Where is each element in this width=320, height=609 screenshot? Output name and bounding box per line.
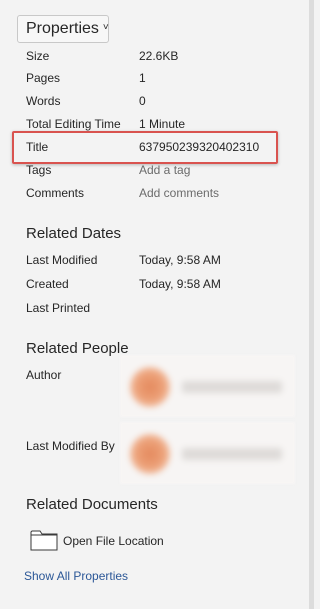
related-dates-heading: Related Dates	[26, 225, 122, 242]
property-label: Size	[26, 49, 50, 63]
date-row-last-printed: Last Printed	[26, 298, 296, 318]
property-row-title: Title 637950239320402310	[26, 137, 296, 157]
related-documents-heading: Related Documents	[26, 496, 158, 513]
people-label: Last Modified By	[26, 439, 115, 453]
chevron-down-icon: ˅	[102, 22, 109, 33]
date-row-created: Created Today, 9:58 AM	[26, 274, 296, 294]
open-file-location-button[interactable]: Open File Location	[63, 531, 164, 551]
people-label: Author	[26, 368, 62, 382]
date-label: Created	[26, 277, 69, 291]
show-all-properties-link[interactable]: Show All Properties	[24, 566, 128, 586]
property-value: 1 Minute	[139, 117, 186, 131]
obscured-name	[182, 448, 282, 460]
date-label: Last Modified	[26, 253, 98, 267]
property-row-comments: Comments Add comments	[26, 183, 296, 203]
tags-field[interactable]: Add a tag	[139, 160, 190, 180]
person-avatar-icon	[130, 367, 170, 407]
last-modified-by-person-card[interactable]	[120, 422, 295, 484]
property-label: Comments	[26, 186, 85, 200]
comments-field[interactable]: Add comments	[139, 183, 219, 203]
author-person-card[interactable]	[120, 355, 295, 417]
panel-right-edge	[309, 0, 314, 609]
date-label: Last Printed	[26, 301, 91, 315]
property-label: Total Editing Time	[26, 117, 121, 131]
folder-icon[interactable]	[30, 529, 58, 551]
property-row-pages: Pages 1	[26, 68, 296, 88]
property-row-words: Words 0	[26, 91, 296, 111]
property-value: 0	[139, 94, 146, 108]
property-value: 22.6KB	[139, 49, 179, 63]
date-value: Today, 9:58 AM	[139, 253, 221, 267]
properties-dropdown-button[interactable]: Properties ˅	[17, 15, 109, 43]
property-row-tags: Tags Add a tag	[26, 160, 296, 180]
person-avatar-icon	[130, 434, 170, 474]
property-value: 1	[139, 71, 146, 85]
property-row-size: Size 22.6KB	[26, 46, 296, 66]
related-people-heading: Related People	[26, 340, 129, 357]
title-field[interactable]: 637950239320402310	[139, 137, 259, 157]
property-label: Tags	[26, 163, 52, 177]
property-label: Words	[26, 94, 61, 108]
property-row-total-editing-time: Total Editing Time 1 Minute	[26, 114, 296, 134]
properties-button-label: Properties	[26, 20, 99, 37]
obscured-name	[182, 381, 282, 393]
property-label: Title	[26, 140, 49, 154]
date-row-last-modified: Last Modified Today, 9:58 AM	[26, 250, 296, 270]
property-label: Pages	[26, 71, 61, 85]
date-value: Today, 9:58 AM	[139, 277, 221, 291]
